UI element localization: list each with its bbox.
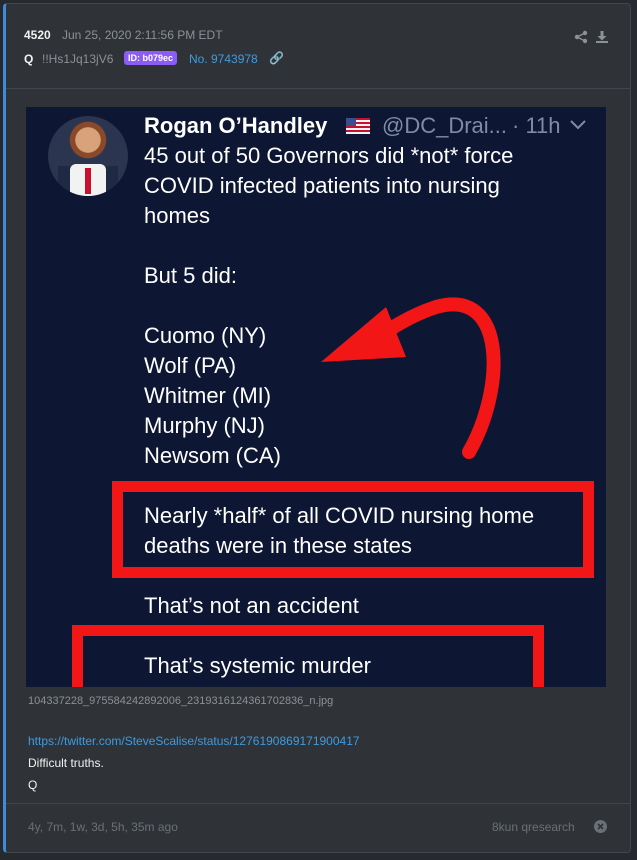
tweet-line: 45 out of 50 Governors did *not* force <box>144 143 514 168</box>
tweet-line: Wolf (PA) <box>144 353 237 378</box>
id-badge[interactable]: ID: b079ec <box>124 51 178 65</box>
chevron-down-icon <box>570 120 586 130</box>
avatar-tie <box>85 168 91 194</box>
post-number-link[interactable]: No. 9743978 <box>189 52 258 66</box>
tweet-line: That’s not an accident <box>144 593 359 618</box>
share-icon[interactable] <box>574 30 588 44</box>
post-signature: Q <box>28 778 38 792</box>
tweet-line: COVID infected patients into nursing <box>144 173 500 198</box>
download-icon[interactable] <box>595 30 609 44</box>
post-number: 4520 <box>24 28 51 42</box>
highlight-box <box>72 625 544 687</box>
tweet-line: Cuomo (NY) <box>144 323 267 348</box>
post-date: Jun 25, 2020 2:11:56 PM EDT <box>62 28 223 42</box>
close-circle-icon[interactable] <box>594 820 607 833</box>
tweet-handle: @DC_Drai... <box>382 113 508 138</box>
tweet-url-link[interactable]: https://twitter.com/SteveScalise/status/… <box>28 734 360 748</box>
relative-time: 4y, 7m, 1w, 3d, 5h, 35m ago <box>28 820 178 834</box>
arrow-annotation <box>321 297 501 459</box>
tweet-time: · 11h <box>512 113 561 138</box>
highlight-box <box>112 481 594 578</box>
avatar <box>48 116 128 196</box>
author-name: Q <box>24 52 34 66</box>
post-message: Difficult truths. <box>28 756 104 770</box>
post-header: 4520 Jun 25, 2020 2:11:56 PM EDT Q !!Hs1… <box>6 4 630 89</box>
post-card: 4520 Jun 25, 2020 2:11:56 PM EDT Q !!Hs1… <box>3 3 631 853</box>
tweet-screenshot-image[interactable]: Rogan O’Handley @DC_Drai... · 11h 45 out… <box>26 107 606 687</box>
tweet-line: Murphy (NJ) <box>144 413 266 438</box>
image-filename[interactable]: 104337228_975584242892006_23193161243617… <box>28 695 333 707</box>
tweet-line: homes <box>144 203 211 228</box>
tweet-author-name: Rogan O’Handley <box>144 113 328 138</box>
tweet-line: But 5 did: <box>144 263 237 288</box>
tweet-line: Whitmer (MI) <box>144 383 272 408</box>
board-name: 8kun qresearch <box>492 820 575 834</box>
link-icon[interactable]: 🔗 <box>269 51 284 65</box>
post-footer: 4y, 7m, 1w, 3d, 5h, 35m ago 8kun qresear… <box>6 803 630 852</box>
tripcode: !!Hs1Jq13jV6 <box>42 52 114 66</box>
tweet-line: Newsom (CA) <box>144 443 281 468</box>
us-flag-icon <box>346 118 370 134</box>
